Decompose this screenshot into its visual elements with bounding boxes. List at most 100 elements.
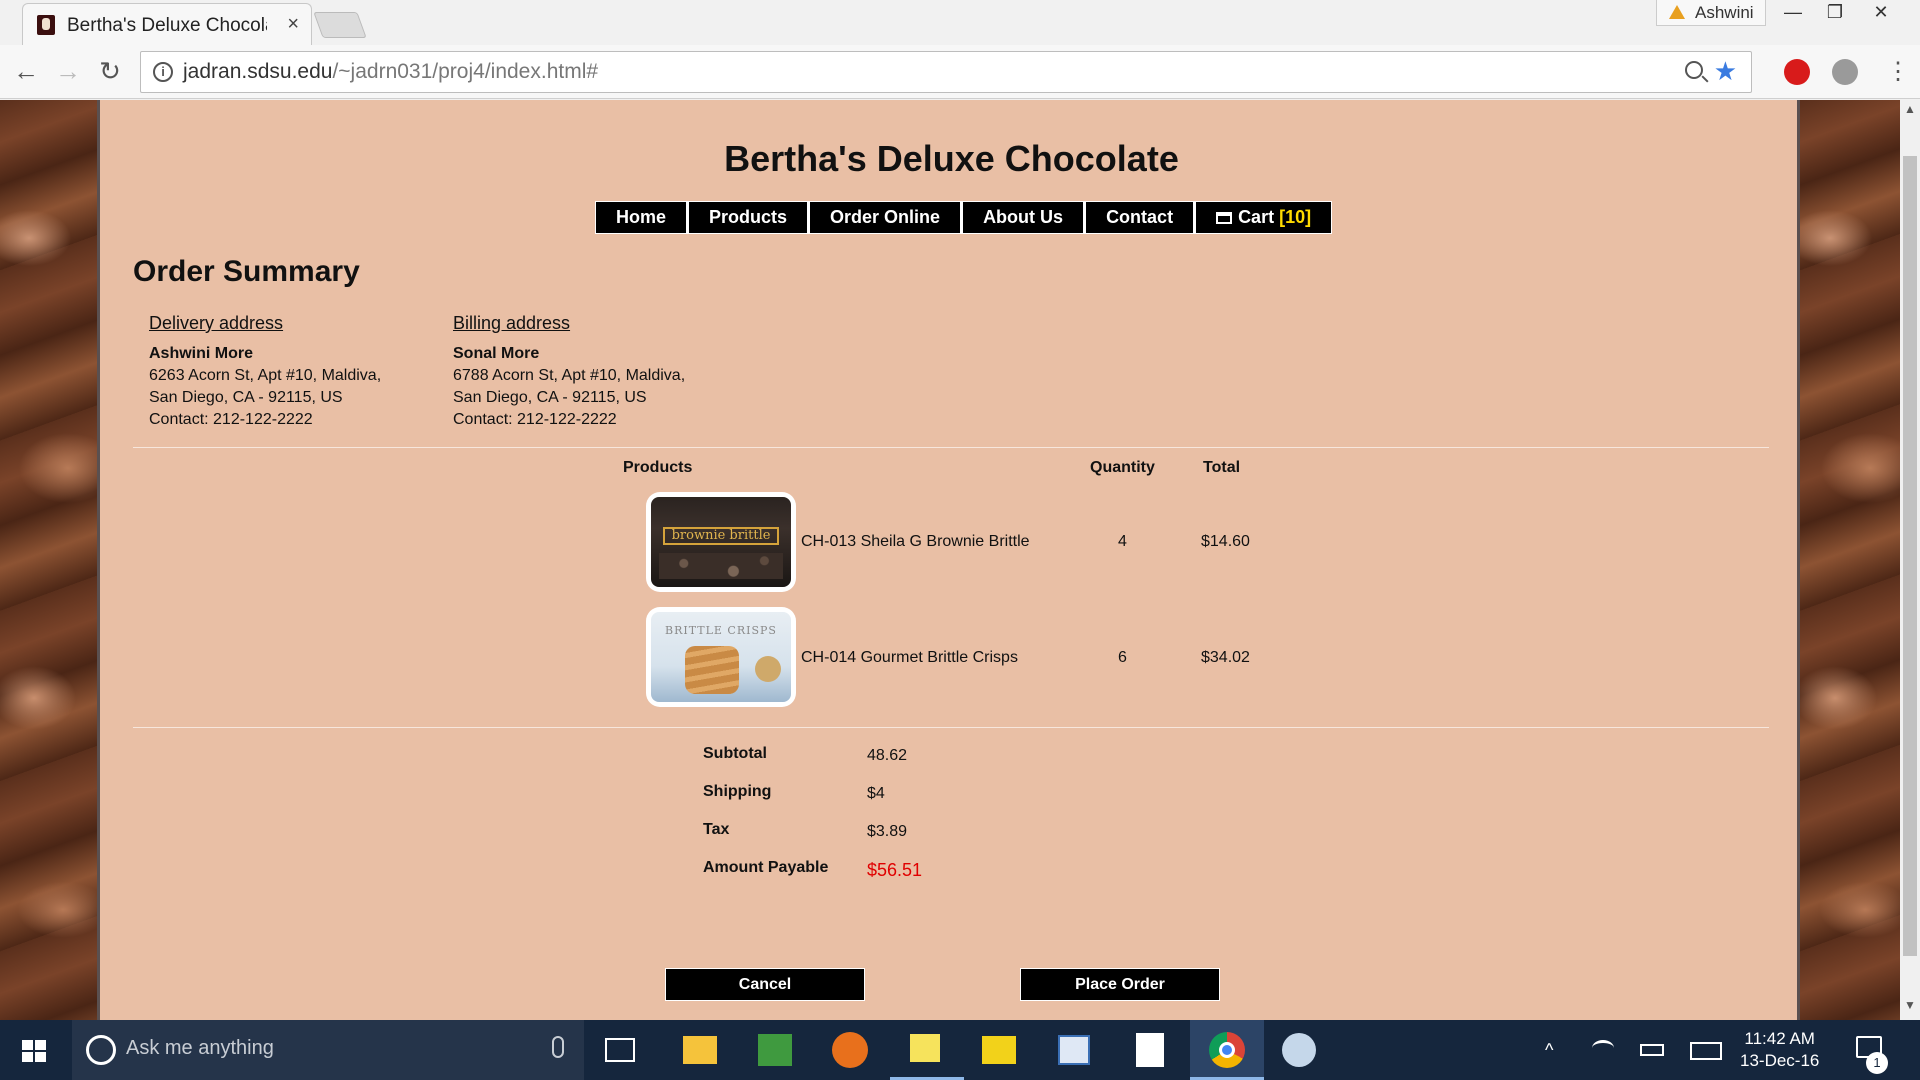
brownie-brittle-bag-image: brownie brittle	[651, 497, 791, 587]
tax-value: $3.89	[867, 823, 908, 840]
tax-label: Tax	[703, 821, 730, 838]
folder-app-icon[interactable]	[982, 1036, 1016, 1064]
brittle-crisps-bag-image: BRITTLE CRISPS	[651, 612, 791, 702]
url-text: jadran.sdsu.edu/~jadrn031/proj4/index.ht…	[183, 60, 598, 84]
cancel-button[interactable]: Cancel	[665, 968, 865, 1001]
show-hidden-icons-icon[interactable]: ^	[1545, 1040, 1553, 1061]
paint-app-icon[interactable]	[1282, 1033, 1316, 1067]
document-app-icon[interactable]	[1058, 1035, 1090, 1065]
subtotal-value: 48.62	[867, 747, 908, 764]
nav-products[interactable]: Products	[689, 202, 808, 233]
delivery-address: Delivery address Ashwini More 6263 Acorn…	[149, 312, 381, 431]
site-title: Bertha's Deluxe Chocolate	[724, 138, 1179, 179]
scroll-down-arrow-icon[interactable]: ▼	[1904, 998, 1916, 1012]
scroll-up-arrow-icon[interactable]: ▲	[1904, 102, 1916, 116]
item-name: CH-014 Gourmet Brittle Crisps	[801, 649, 1018, 666]
column-header-quantity: Quantity	[1090, 459, 1155, 476]
battery-icon[interactable]	[1640, 1044, 1664, 1056]
browser-tab-bar: Bertha's Deluxe Chocolat × Ashwini — ❐ ✕	[0, 0, 1920, 45]
place-order-button[interactable]: Place Order	[1020, 968, 1220, 1001]
product-image-brittle-crisps: BRITTLE CRISPS	[646, 607, 796, 707]
microphone-icon[interactable]	[552, 1036, 564, 1058]
search-placeholder: Ask me anything	[126, 1037, 274, 1059]
cart-count: [10]	[1279, 207, 1312, 227]
nav-home[interactable]: Home	[596, 202, 687, 233]
profile-name: Ashwini	[1695, 3, 1754, 22]
browser-menu-icon[interactable]: ⋮	[1886, 57, 1910, 86]
cortana-icon	[86, 1035, 116, 1065]
delivery-line1: 6263 Acorn St, Apt #10, Maldiva,	[149, 367, 382, 384]
cortana-search-box[interactable]: Ask me anything	[72, 1020, 584, 1080]
billing-address: Billing address Sonal More 6788 Acorn St…	[453, 312, 685, 431]
minimize-button[interactable]: —	[1772, 0, 1814, 26]
profile-button[interactable]: Ashwini	[1656, 0, 1766, 26]
sticky-notes-icon	[910, 1034, 940, 1062]
product-image-brownie-brittle: brownie brittle	[646, 492, 796, 592]
cart-icon	[1216, 212, 1233, 224]
page-viewport: Bertha's Deluxe Chocolate Home Products …	[0, 100, 1920, 1020]
task-view-icon[interactable]	[605, 1038, 635, 1062]
zoom-icon[interactable]	[1685, 61, 1703, 79]
browser-tab[interactable]: Bertha's Deluxe Chocolat ×	[22, 3, 312, 45]
item-name: CH-013 Sheila G Brownie Brittle	[801, 533, 1030, 550]
system-clock[interactable]: 11:42 AM 13-Dec-16	[1740, 1028, 1819, 1072]
bookmark-star-icon[interactable]: ★	[1714, 56, 1737, 87]
firefox-icon[interactable]	[832, 1032, 868, 1068]
forward-button[interactable]: →	[50, 53, 86, 89]
tab-close-icon[interactable]: ×	[287, 13, 299, 36]
tab-title: Bertha's Deluxe Chocolat	[67, 15, 267, 36]
billing-address-heading: Billing address	[453, 313, 571, 333]
delivery-address-heading: Delivery address	[149, 313, 284, 333]
nav-contact[interactable]: Contact	[1086, 202, 1194, 233]
address-bar[interactable]: i jadran.sdsu.edu/~jadrn031/proj4/index.…	[140, 51, 1752, 93]
clock-time: 11:42 AM	[1744, 1029, 1815, 1048]
site-favicon-icon	[37, 15, 55, 35]
brittle-crisps-label: BRITTLE CRISPS	[665, 624, 777, 637]
brownie-pieces-graphic	[659, 553, 783, 579]
nav-order-online[interactable]: Order Online	[810, 202, 961, 233]
shipping-label: Shipping	[703, 783, 772, 800]
browser-toolbar: ← → ↻ i jadran.sdsu.edu/~jadrn031/proj4/…	[0, 45, 1920, 99]
keyboard-icon[interactable]	[1690, 1042, 1722, 1060]
chrome-taskbar-item[interactable]	[1190, 1020, 1264, 1080]
nav-cart[interactable]: Cart [10]	[1196, 202, 1332, 233]
back-button[interactable]: ←	[8, 53, 44, 89]
amount-payable-label: Amount Payable	[703, 859, 829, 876]
wifi-icon[interactable]	[1592, 1040, 1614, 1056]
page-content: Bertha's Deluxe Chocolate Home Products …	[97, 100, 1800, 1020]
item-total: $14.60	[1201, 533, 1250, 550]
sticky-notes-taskbar-item[interactable]	[890, 1020, 964, 1080]
delivery-contact: Contact: 212-122-2222	[149, 411, 313, 428]
close-window-button[interactable]: ✕	[1860, 0, 1902, 26]
windows-start-icon[interactable]	[22, 1040, 46, 1062]
site-info-icon[interactable]: i	[153, 62, 173, 82]
url-path: /~jadrn031/proj4/index.html#	[332, 60, 599, 83]
brownie-brittle-label: brownie brittle	[663, 527, 779, 545]
crisps-stack-graphic	[685, 646, 739, 694]
file-explorer-icon[interactable]	[683, 1036, 717, 1064]
billing-line1: 6788 Acorn St, Apt #10, Maldiva,	[453, 367, 686, 384]
order-summary-heading: Order Summary	[133, 255, 360, 288]
nav-about-us[interactable]: About Us	[963, 202, 1084, 233]
reload-button[interactable]: ↻	[92, 53, 128, 89]
chrome-icon	[1209, 1032, 1245, 1068]
bag-seal-graphic	[755, 656, 781, 682]
photo-app-icon[interactable]	[758, 1034, 792, 1066]
notification-count-badge: 1	[1866, 1052, 1888, 1074]
page-scrollbar[interactable]: ▲ ▼	[1900, 100, 1920, 1020]
delivery-line2: San Diego, CA - 92115, US	[149, 389, 343, 406]
chocolate-background-left	[0, 100, 97, 1020]
new-tab-button[interactable]	[313, 12, 367, 38]
url-host: jadran.sdsu.edu	[183, 60, 333, 83]
billing-contact: Contact: 212-122-2222	[453, 411, 617, 428]
clock-date: 13-Dec-16	[1740, 1051, 1820, 1070]
calculator-icon[interactable]	[1136, 1033, 1164, 1067]
item-quantity: 6	[1118, 649, 1127, 666]
restore-button[interactable]: ❐	[1814, 0, 1856, 26]
delivery-name: Ashwini More	[149, 345, 254, 362]
divider	[133, 447, 1769, 448]
main-nav: Home Products Order Online About Us Cont…	[595, 201, 1333, 234]
extension-icon[interactable]	[1832, 59, 1858, 85]
scroll-thumb[interactable]	[1903, 156, 1917, 956]
adblock-extension-icon[interactable]	[1784, 59, 1810, 85]
